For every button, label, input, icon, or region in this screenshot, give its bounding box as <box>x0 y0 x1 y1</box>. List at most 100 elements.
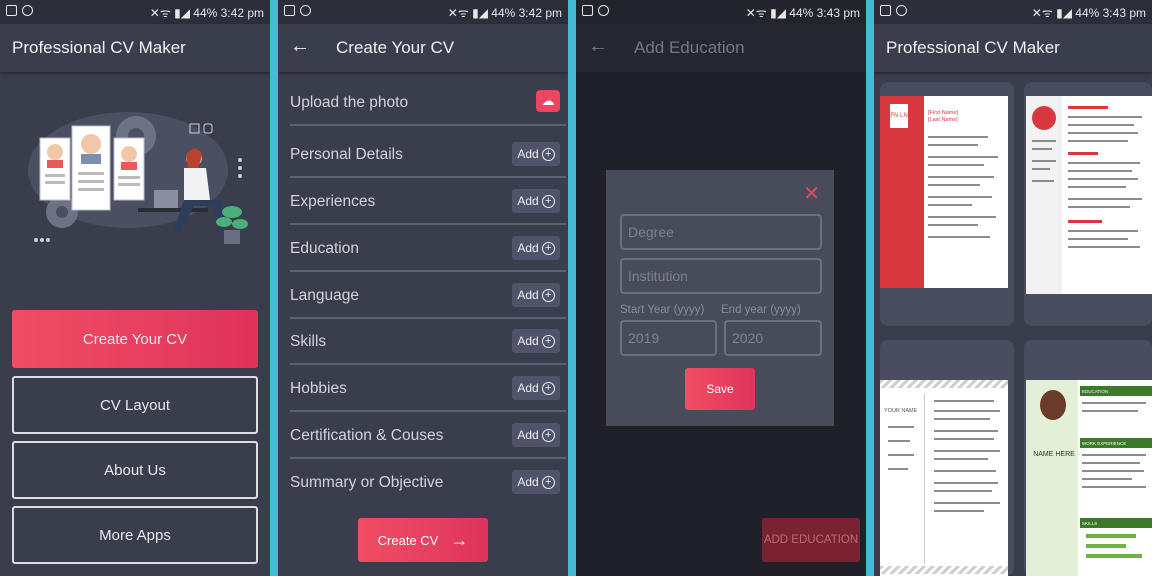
start-year-field[interactable]: 2019 <box>620 320 717 356</box>
upload-photo-label: Upload the photo <box>290 94 409 111</box>
gallery-icon <box>880 5 891 16</box>
template-section: WORK EXPERIENCE <box>1080 438 1152 448</box>
add-button-label: Add <box>517 194 539 208</box>
screen-create-cv: ✕ᯤ ▮◢ 44% 3:42 pm ← Create Your CV Uploa… <box>278 0 568 576</box>
create-cv-button[interactable]: Create Your CV <box>12 310 258 368</box>
end-year-field[interactable]: 2020 <box>724 320 822 356</box>
app-title: Professional CV Maker <box>12 38 186 57</box>
section-label: Skills <box>290 333 327 350</box>
sync-icon <box>896 5 907 16</box>
plus-icon: + <box>541 288 555 302</box>
screen-add-education: ✕ᯤ ▮◢ 44% 3:43 pm ← Add Education ✕ Degr… <box>576 0 866 576</box>
add-button[interactable]: Add + <box>512 189 560 213</box>
add-button[interactable]: Add + <box>512 329 560 353</box>
divider-stripe <box>270 0 278 576</box>
signal-icons: ✕ᯤ ▮◢ <box>447 6 492 20</box>
template-card[interactable]: YOUR NAME <box>880 340 1014 576</box>
section-row[interactable]: Skills Add + <box>290 319 566 365</box>
create-cv-button[interactable]: Create CV → <box>358 518 488 562</box>
section-row[interactable]: Language Add + <box>290 273 566 319</box>
section-label: Language <box>290 287 359 304</box>
page-title: Create Your CV <box>336 38 455 57</box>
template-card[interactable]: NAME HERE EDUCATION WORK EXPERIENCE SKIL… <box>1024 340 1152 576</box>
status-text: 44% 3:42 pm <box>491 6 562 20</box>
template-name: YOUR NAME <box>884 408 918 414</box>
status-bar: ✕ᯤ ▮◢ 44% 3:42 pm <box>278 0 568 24</box>
plus-icon: + <box>541 381 555 395</box>
template-preview <box>1026 96 1152 294</box>
template-initials: FN LN <box>890 104 908 128</box>
template-name: [First Name] [Last Name] <box>928 110 958 124</box>
section-row[interactable]: Certification & Couses Add + <box>290 413 566 459</box>
section-label: Education <box>290 240 359 257</box>
cv-layout-button[interactable]: CV Layout <box>12 376 258 434</box>
add-button-label: Add <box>517 241 539 255</box>
add-button[interactable]: Add + <box>512 236 560 260</box>
start-year-label: Start Year (yyyy) <box>620 304 705 316</box>
plus-icon: + <box>541 428 555 442</box>
app-bar: ← Add Education <box>576 24 866 72</box>
education-dialog: ✕ Degree Institution Start Year (yyyy) E… <box>606 170 834 426</box>
add-button[interactable]: Add + <box>512 423 560 447</box>
app-bar: Professional CV Maker <box>874 24 1152 72</box>
section-row[interactable]: Hobbies Add + <box>290 366 566 412</box>
status-text: 44% 3:43 pm <box>789 6 860 20</box>
more-apps-button[interactable]: More Apps <box>12 506 258 564</box>
template-name-last: [Last Name] <box>928 117 958 123</box>
degree-field[interactable]: Degree <box>620 214 822 250</box>
back-arrow-icon[interactable]: ← <box>588 35 608 58</box>
template-preview: FN LN [First Name] [Last Name] <box>880 96 1008 288</box>
close-icon[interactable]: ✕ <box>803 184 820 204</box>
add-button-label: Add <box>517 428 539 442</box>
add-button-label: Add <box>517 475 539 489</box>
sync-icon <box>22 5 33 16</box>
sync-icon <box>300 5 311 16</box>
add-button[interactable]: Add + <box>512 283 560 307</box>
page-title: Add Education <box>634 38 745 57</box>
signal-icons: ✕ᯤ ▮◢ <box>745 6 790 20</box>
add-button[interactable]: Add + <box>512 470 560 494</box>
screen-cv-layouts: ✕ᯤ ▮◢ 44% 3:43 pm Professional CV Maker … <box>874 0 1152 576</box>
add-button-label: Add <box>517 147 539 161</box>
sync-icon <box>598 5 609 16</box>
signal-icons: ✕ᯤ ▮◢ <box>1031 6 1076 20</box>
status-text: 44% 3:42 pm <box>193 6 264 20</box>
hero-illustration <box>28 112 248 244</box>
template-section: SKILLS <box>1080 518 1152 528</box>
save-button[interactable]: Save <box>685 368 755 410</box>
plus-icon: + <box>541 194 555 208</box>
plus-icon: + <box>541 475 555 489</box>
section-label: Hobbies <box>290 380 347 397</box>
section-row[interactable]: Education Add + <box>290 226 566 272</box>
template-preview: YOUR NAME <box>880 380 1008 576</box>
app-bar: ← Create Your CV <box>278 24 568 72</box>
gallery-icon <box>582 5 593 16</box>
signal-icons: ✕ᯤ ▮◢ <box>149 6 194 20</box>
section-label: Experiences <box>290 193 376 210</box>
section-label: Personal Details <box>290 146 403 163</box>
template-card[interactable] <box>1024 82 1152 326</box>
template-card[interactable]: FN LN [First Name] [Last Name] <box>880 82 1014 326</box>
create-cv-label: Create CV <box>377 532 439 548</box>
template-section: EDUCATION <box>1080 386 1152 396</box>
add-button[interactable]: Add + <box>512 376 560 400</box>
cloud-upload-icon[interactable]: ☁ <box>536 90 560 112</box>
section-row[interactable]: Experiences Add + <box>290 179 566 225</box>
template-name: NAME HERE <box>1033 451 1075 458</box>
add-button-label: Add <box>517 334 539 348</box>
plus-icon: + <box>541 241 555 255</box>
app-bar: Professional CV Maker <box>0 24 270 72</box>
arrow-right-icon: → <box>450 529 469 550</box>
add-education-button[interactable]: ADD EDUCATION <box>762 518 860 562</box>
add-button[interactable]: Add + <box>512 142 560 166</box>
about-us-button[interactable]: About Us <box>12 441 258 499</box>
institution-field[interactable]: Institution <box>620 258 822 294</box>
section-row[interactable]: Summary or Objective Add + <box>290 460 566 506</box>
add-button-label: Add <box>517 288 539 302</box>
gallery-icon <box>284 5 295 16</box>
gallery-icon <box>6 5 17 16</box>
back-arrow-icon[interactable]: ← <box>290 35 310 58</box>
upload-photo-row[interactable]: Upload the photo ☁ <box>290 80 566 126</box>
template-name-first: [First Name] <box>928 110 958 116</box>
section-row[interactable]: Personal Details Add + <box>290 132 566 178</box>
